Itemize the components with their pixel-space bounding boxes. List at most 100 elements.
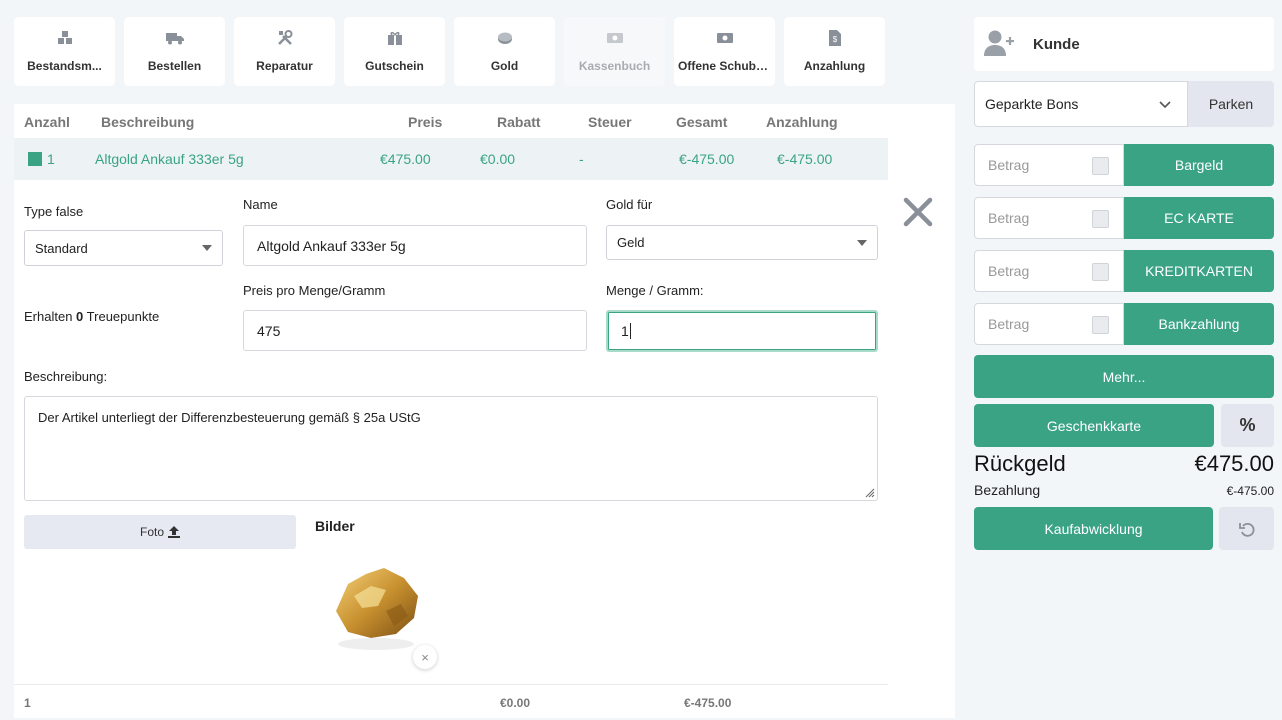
tile-anzahlung[interactable]: $ Anzahlung xyxy=(784,17,885,86)
truck-icon xyxy=(124,30,225,46)
preis-label: Preis pro Menge/Gramm xyxy=(243,283,386,298)
number-spinner-icon[interactable] xyxy=(1092,263,1109,281)
geparkte-bons-value: Geparkte Bons xyxy=(985,96,1079,112)
invoice-icon: $ xyxy=(784,30,885,46)
undo-icon xyxy=(1238,522,1254,537)
name-input[interactable]: Altgold Ankauf 333er 5g xyxy=(243,225,587,266)
beschreibung-textarea[interactable]: Der Artikel unterliegt der Differenzbest… xyxy=(24,396,878,501)
number-spinner-icon[interactable] xyxy=(1092,210,1109,228)
header-anzahlung: Anzahlung xyxy=(766,114,838,130)
tile-label: Gold xyxy=(490,59,519,73)
preis-value: 475 xyxy=(257,322,281,339)
number-spinner-icon[interactable] xyxy=(1092,316,1109,334)
gold-nugget-image[interactable] xyxy=(326,556,426,656)
tile-label: Offene Schublade xyxy=(678,59,775,73)
type-label: Type false xyxy=(24,204,84,219)
row-color-marker xyxy=(28,152,42,166)
table-header: Anzahl Beschreibung Preis Rabatt Steuer … xyxy=(14,104,888,138)
bilder-heading: Bilder xyxy=(315,518,355,534)
cart-panel: Anzahl Beschreibung Preis Rabatt Steuer … xyxy=(14,104,955,718)
row-gesamt: €-475.00 xyxy=(679,151,735,167)
tile-label: Bestellen xyxy=(147,59,202,73)
gold-fuer-select[interactable]: Geld xyxy=(606,225,878,260)
tile-gutschein[interactable]: Gutschein xyxy=(344,17,445,86)
ec-karte-button[interactable]: EC KARTE xyxy=(1124,197,1274,239)
tile-label: Reparatur xyxy=(256,59,313,73)
tile-offene-schublade[interactable]: Offene Schublade xyxy=(674,17,775,86)
chevron-down-icon xyxy=(202,245,212,251)
tile-reparatur[interactable]: Reparatur xyxy=(234,17,335,86)
tile-bestandsmanagement[interactable]: Bestandsm... xyxy=(14,17,115,86)
betrag-bargeld-input[interactable]: Betrag xyxy=(974,144,1124,186)
cash-icon xyxy=(564,30,665,46)
bankzahlung-button[interactable]: Bankzahlung xyxy=(1124,303,1274,345)
payment-panel: Kunde Geparkte Bons Parken Betrag Bargel… xyxy=(974,0,1274,720)
remove-image-button[interactable]: × xyxy=(413,645,437,669)
row-beschreibung: Altgold Ankauf 333er 5g xyxy=(95,151,244,167)
tools-icon xyxy=(234,30,335,46)
cash-icon xyxy=(674,30,775,46)
footer-anzahl: 1 xyxy=(24,696,31,710)
customer-label: Kunde xyxy=(1033,36,1080,53)
percent-icon: % xyxy=(1239,415,1256,435)
table-row[interactable]: 1 Altgold Ankauf 333er 5g €475.00 €0.00 … xyxy=(14,138,888,180)
parken-button[interactable]: Parken xyxy=(1188,81,1274,127)
loyalty-points-count: 0 xyxy=(76,309,84,324)
menge-input[interactable]: 1 xyxy=(606,310,878,352)
tile-label: Kassenbuch xyxy=(578,59,651,73)
header-beschreibung: Beschreibung xyxy=(101,114,195,130)
table-footer: 1 €0.00 €-475.00 xyxy=(14,684,888,718)
header-gesamt: Gesamt xyxy=(676,114,728,130)
add-user-icon xyxy=(984,30,1014,56)
row-anzahlung: €-475.00 xyxy=(777,151,833,167)
row-anzahl: 1 xyxy=(47,151,55,167)
betrag-kreditkarten-input[interactable]: Betrag xyxy=(974,250,1124,292)
rueckgeld-value: €475.00 xyxy=(1194,451,1274,476)
bezahlung-label: Bezahlung xyxy=(974,482,1041,498)
chevron-down-icon xyxy=(1159,101,1171,109)
tile-label: Gutschein xyxy=(365,59,424,73)
betrag-bankzahlung-input[interactable]: Betrag xyxy=(974,303,1124,345)
menge-value: 1 xyxy=(621,323,629,339)
footer-rabatt: €0.00 xyxy=(500,696,531,710)
tile-label: Bestandsm... xyxy=(27,59,102,73)
undo-button[interactable] xyxy=(1219,507,1274,550)
discount-percent-button[interactable]: % xyxy=(1221,404,1274,447)
number-spinner-icon[interactable] xyxy=(1092,157,1109,175)
row-steuer: - xyxy=(579,151,584,167)
chevron-down-icon xyxy=(857,239,867,246)
row-rabatt: €0.00 xyxy=(480,151,516,167)
svg-text:$: $ xyxy=(832,35,837,44)
type-select[interactable]: Standard xyxy=(24,230,223,266)
tile-label: Anzahlung xyxy=(803,59,866,73)
gold-fuer-label: Gold für xyxy=(606,197,653,212)
foto-label: Foto xyxy=(139,525,164,539)
tile-gold[interactable]: Gold xyxy=(454,17,555,86)
name-label: Name xyxy=(243,197,278,212)
tile-kassenbuch[interactable]: Kassenbuch xyxy=(564,17,665,86)
type-value: Standard xyxy=(35,240,88,256)
menge-label: Menge / Gramm: xyxy=(606,283,704,298)
customer-button[interactable]: Kunde xyxy=(974,17,1274,71)
betrag-ec-input[interactable]: Betrag xyxy=(974,197,1124,239)
geparkte-bons-select[interactable]: Geparkte Bons xyxy=(974,81,1188,127)
foto-upload-button[interactable]: Foto xyxy=(24,515,296,549)
kaufabwicklung-button[interactable]: Kaufabwicklung xyxy=(974,507,1213,550)
preis-input[interactable]: 475 xyxy=(243,310,587,351)
header-steuer: Steuer xyxy=(588,114,632,130)
rueckgeld-label: Rückgeld xyxy=(974,451,1066,476)
header-preis: Preis xyxy=(408,114,443,130)
resize-grip-icon[interactable] xyxy=(863,486,875,498)
name-value: Altgold Ankauf 333er 5g xyxy=(257,237,406,254)
bargeld-button[interactable]: Bargeld xyxy=(1124,144,1274,186)
header-rabatt: Rabatt xyxy=(497,114,541,130)
close-icon[interactable] xyxy=(902,196,934,228)
mehr-button[interactable]: Mehr... xyxy=(974,355,1274,398)
geschenkkarte-button[interactable]: Geschenkkarte xyxy=(974,404,1214,447)
tile-bestellen[interactable]: Bestellen xyxy=(124,17,225,86)
beschreibung-label: Beschreibung: xyxy=(24,369,108,384)
kreditkarten-button[interactable]: KREDITKARTEN xyxy=(1124,250,1274,292)
row-preis: €475.00 xyxy=(380,151,431,167)
bezahlung-value: €-475.00 xyxy=(1226,484,1274,498)
header-anzahl: Anzahl xyxy=(24,114,70,130)
